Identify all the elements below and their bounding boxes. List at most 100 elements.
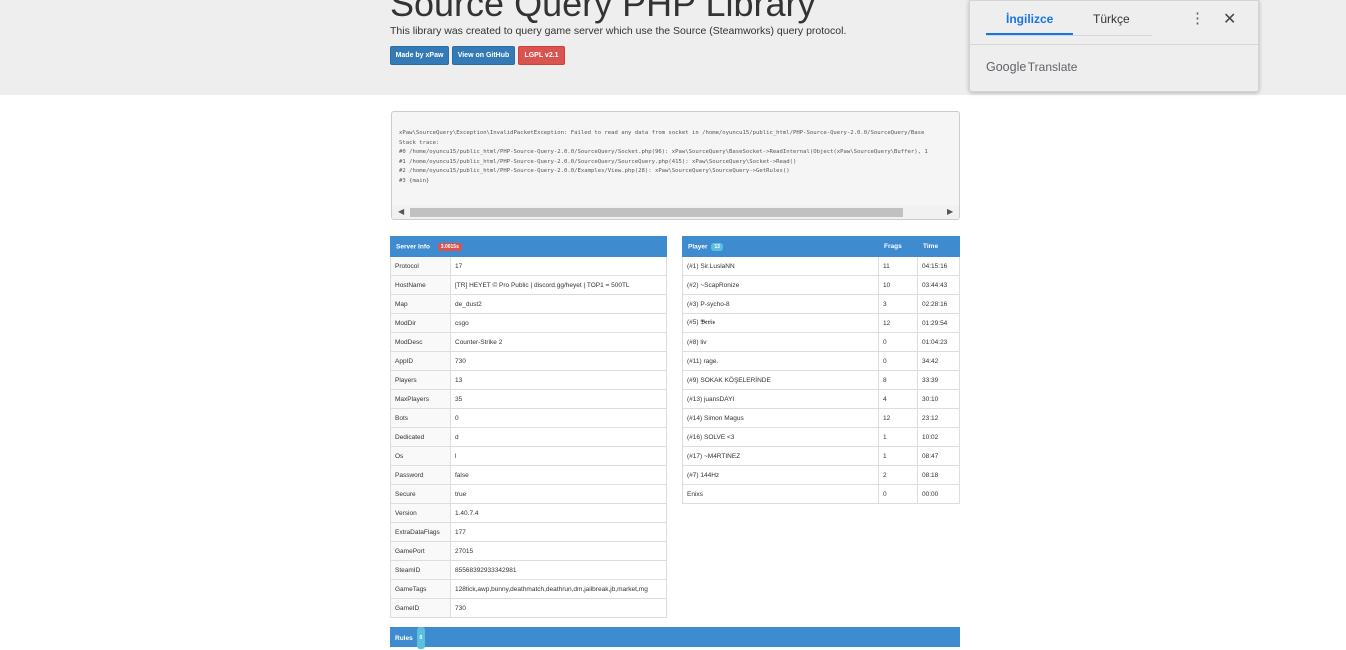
scroll-left-icon[interactable]: ◀ [398, 207, 404, 216]
popup-divider [970, 44, 1258, 45]
server-info-value: 85568392933342981 [450, 560, 667, 580]
server-info-key: Version [390, 503, 451, 523]
player-count-badge: 13 [711, 242, 723, 251]
google-logo: Google [986, 60, 1027, 74]
rules-count-badge: 0 [416, 627, 426, 649]
server-info-header: Server Info 3.0015s [390, 236, 667, 257]
player-time-cell: 30:10 [917, 389, 960, 409]
server-info-value: 17 [450, 256, 667, 276]
server-info-title: Server Info [396, 243, 430, 251]
made-by-button[interactable]: Made by xPaw [390, 46, 449, 65]
translate-label: Translate [1027, 60, 1078, 74]
player-frags-cell: 11 [878, 256, 918, 276]
player-time-cell: 03:44:43 [917, 275, 960, 295]
player-row: (#14) Simon Magus 12 23:12 [682, 408, 960, 428]
server-info-key: MaxPlayers [390, 389, 451, 409]
scroll-right-icon[interactable]: ▶ [947, 207, 953, 216]
server-info-row: Os l [390, 446, 667, 466]
server-info-key: SteamID [390, 560, 451, 580]
player-column-header: Player 13 [682, 236, 879, 257]
tab-target-language[interactable]: Türkçe [1093, 12, 1130, 26]
server-info-value: 1.40.7.4 [450, 503, 667, 523]
server-info-row: GameTags 128tick,awp,bunny,deathmatch,dea… [390, 579, 667, 599]
server-info-row: Players 13 [390, 370, 667, 390]
server-info-row: Secure true [390, 484, 667, 504]
time-column-header: Time [917, 236, 960, 257]
player-row: (#5) 𝕭𝖊𝖗𝖎𝖘 12 01:29:54 [682, 313, 960, 333]
player-frags-cell: 3 [878, 294, 918, 314]
rules-header: Rules 0 [390, 627, 960, 649]
tab-source-language[interactable]: İngilizce [1006, 12, 1053, 26]
tab-divider [986, 35, 1152, 36]
player-frags-cell: 4 [878, 389, 918, 409]
player-time-cell: 34:42 [917, 351, 960, 371]
server-info-value: l [450, 446, 667, 466]
server-info-key: GamePort [390, 541, 451, 561]
scrollbar-thumb[interactable] [410, 208, 903, 217]
server-info-key: Secure [390, 484, 451, 504]
player-name-cell: (#9) SOKAK KÖŞELERİNDE [682, 370, 879, 390]
horizontal-scrollbar[interactable]: ◀ ▶ [392, 205, 959, 219]
player-frags-cell: 0 [878, 351, 918, 371]
server-info-row: MaxPlayers 35 [390, 389, 667, 409]
player-row: (#7) 144Hz 2 08:18 [682, 465, 960, 485]
player-name-cell: (#17) ~M4RTINEZ [682, 446, 879, 466]
player-time-cell: 01:04:23 [917, 332, 960, 352]
player-frags-cell: 8 [878, 370, 918, 390]
player-row: (#2) ~ScapRonize 10 03:44:43 [682, 275, 960, 295]
server-info-value: 13 [450, 370, 667, 390]
server-info-key: Map [390, 294, 451, 314]
server-info-key: Bots [390, 408, 451, 428]
server-info-key: ModDesc [390, 332, 451, 352]
server-info-key: ModDir [390, 313, 451, 333]
server-info-key: Players [390, 370, 451, 390]
player-name-cell: (#5) 𝕭𝖊𝖗𝖎𝖘 [682, 313, 879, 333]
frags-column-header: Frags [878, 236, 918, 257]
query-time-badge: 3.0015s [437, 242, 462, 251]
player-frags-cell: 1 [878, 427, 918, 447]
server-info-value: 35 [450, 389, 667, 409]
server-info-key: Os [390, 446, 451, 466]
server-info-value: true [450, 484, 667, 504]
player-time-cell: 23:12 [917, 408, 960, 428]
server-info-row: GamePort 27015 [390, 541, 667, 561]
server-info-row: GameID 730 [390, 598, 667, 618]
license-button[interactable]: LGPL v2.1 [518, 46, 565, 65]
server-info-row: Bots 0 [390, 408, 667, 428]
player-time-cell: 04:15:16 [917, 256, 960, 276]
server-info-row: Map de_dust2 [390, 294, 667, 314]
player-name-cell: (#1) Sir.LuslaNN [682, 256, 879, 276]
player-time-cell: 08:18 [917, 465, 960, 485]
player-row: Enixs 0 00:00 [682, 484, 960, 504]
github-button[interactable]: View on GitHub [452, 46, 515, 65]
server-info-key: AppID [390, 351, 451, 371]
players-table: Player 13 Frags Time (#1) Sir.LuslaNN 11 0… [682, 236, 960, 504]
player-time-cell: 10:02 [917, 427, 960, 447]
player-frags-cell: 12 [878, 313, 918, 333]
server-info-row: AppID 730 [390, 351, 667, 371]
player-name-cell: (#13) juansDAYI [682, 389, 879, 409]
server-info-key: GameID [390, 598, 451, 618]
server-info-value: 0 [450, 408, 667, 428]
more-options-icon[interactable]: ⋮ [1190, 11, 1205, 26]
player-row: (#9) SOKAK KÖŞELERİNDE 8 33:39 [682, 370, 960, 390]
server-info-key: Dedicated [390, 427, 451, 447]
server-info-value: de_dust2 [450, 294, 667, 314]
server-info-key: GameTags [390, 579, 451, 599]
player-row: (#8) liv 0 01:04:23 [682, 332, 960, 352]
player-frags-cell: 1 [878, 446, 918, 466]
server-info-key: Protocol [390, 256, 451, 276]
exception-box: xPaw\SourceQuery\Exception\InvalidPacket… [391, 111, 960, 220]
player-time-cell: 02:28:16 [917, 294, 960, 314]
player-frags-cell: 12 [878, 408, 918, 428]
server-info-row: ModDesc Counter-Strike 2 [390, 332, 667, 352]
close-icon[interactable]: ✕ [1223, 9, 1236, 29]
player-time-cell: 33:39 [917, 370, 960, 390]
server-info-key: HostName [390, 275, 451, 295]
player-name-cell: Enixs [682, 484, 879, 504]
server-info-value: 27015 [450, 541, 667, 561]
player-frags-cell: 10 [878, 275, 918, 295]
server-info-table: Server Info 3.0015s Protocol 17 HostName [T… [390, 236, 667, 618]
player-frags-cell: 0 [878, 332, 918, 352]
player-name-cell: (#2) ~ScapRonize [682, 275, 879, 295]
